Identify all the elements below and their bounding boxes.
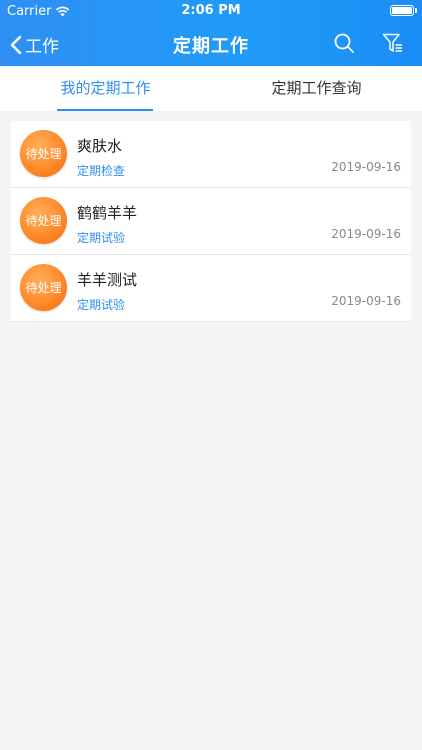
work-list: 待处理 爽肤水 定期检查 2019-09-16 待处理 鹤鹤羊羊 定期试验 20… <box>11 121 411 322</box>
tab-bar: 我的定期工作 定期工作查询 <box>0 66 422 111</box>
filter-icon <box>382 33 402 52</box>
item-title: 鹤鹤羊羊 <box>77 204 138 222</box>
search-icon <box>334 33 354 53</box>
item-date: 2019-09-16 <box>331 227 401 241</box>
filter-button[interactable] <box>382 32 404 54</box>
item-type: 定期试验 <box>77 298 126 312</box>
page-title: 定期工作 <box>173 36 249 57</box>
tab-periodic-work-query[interactable]: 定期工作查询 <box>211 66 422 111</box>
active-tab-indicator <box>57 109 153 111</box>
status-badge: 待处理 <box>20 264 67 311</box>
search-button[interactable] <box>333 32 355 54</box>
list-item[interactable]: 待处理 爽肤水 定期检查 2019-09-16 <box>11 121 411 188</box>
battery-icon <box>390 5 414 16</box>
item-title: 爽肤水 <box>77 137 123 155</box>
item-date: 2019-09-16 <box>331 294 401 308</box>
item-date: 2019-09-16 <box>331 160 401 174</box>
list-item[interactable]: 待处理 鹤鹤羊羊 定期试验 2019-09-16 <box>11 188 411 255</box>
status-time: 2:06 PM <box>181 3 241 18</box>
list-item[interactable]: 待处理 羊羊测试 定期试验 2019-09-16 <box>11 255 411 322</box>
item-type: 定期检查 <box>77 164 126 178</box>
status-badge: 待处理 <box>20 197 67 244</box>
item-title: 羊羊测试 <box>77 271 138 289</box>
item-type: 定期试验 <box>77 231 126 245</box>
status-bar: Carrier 2:06 PM <box>0 0 422 22</box>
app-header: Carrier 2:06 PM 工作 定期工作 <box>0 0 422 66</box>
navigation-bar: 工作 定期工作 <box>0 22 422 66</box>
status-badge: 待处理 <box>20 130 67 177</box>
tab-my-periodic-work[interactable]: 我的定期工作 <box>0 66 211 111</box>
battery-tip <box>415 8 417 13</box>
